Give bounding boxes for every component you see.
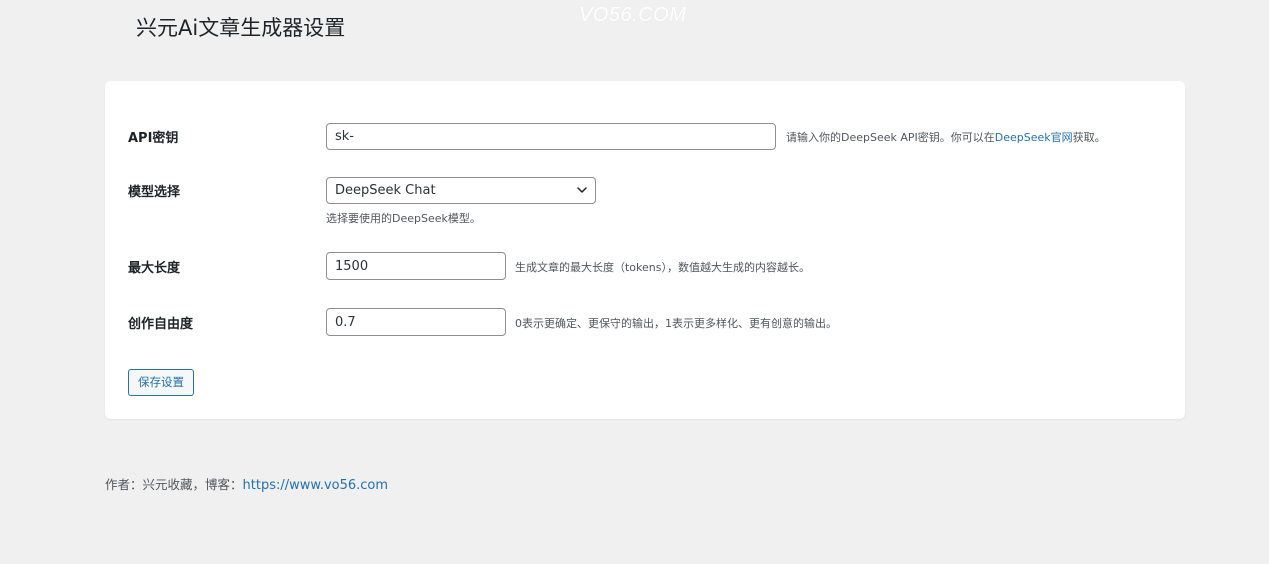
model-label: 模型选择 [128, 185, 181, 200]
model-selected-value: DeepSeek Chat [335, 183, 436, 198]
api-key-input[interactable] [326, 123, 776, 150]
api-key-description-prefix: 请输入你的DeepSeek API密钥。你可以在 [786, 131, 995, 144]
page-title: 兴元Ai文章生成器设置 [136, 16, 346, 40]
api-key-description-suffix: 获取。 [1072, 131, 1106, 144]
max-length-input[interactable] [326, 252, 506, 280]
model-description: 选择要使用的DeepSeek模型。 [326, 212, 481, 225]
creativity-description: 0表示更确定、更保守的输出，1表示更多样化、更有创意的输出。 [515, 317, 837, 330]
chevron-down-icon [577, 187, 587, 193]
model-select[interactable]: DeepSeek Chat [326, 177, 596, 204]
settings-card: API密钥 请输入你的DeepSeek API密钥。你可以在DeepSeek官网… [105, 81, 1185, 419]
save-settings-button[interactable]: 保存设置 [128, 369, 194, 396]
max-length-label: 最大长度 [128, 261, 181, 276]
footer-text: 作者：兴元收藏，博客： [105, 477, 243, 492]
api-key-description: 请输入你的DeepSeek API密钥。你可以在DeepSeek官网获取。 [786, 129, 1106, 145]
watermark: VO56.COM [579, 4, 687, 26]
api-key-label: API密钥 [128, 131, 179, 146]
footer: 作者：兴元收藏，博客：https://www.vo56.com [105, 474, 388, 493]
blog-link[interactable]: https://www.vo56.com [243, 478, 389, 493]
creativity-label: 创作自由度 [128, 317, 194, 332]
max-length-description: 生成文章的最大长度（tokens），数值越大生成的内容越长。 [515, 261, 810, 274]
creativity-input[interactable] [326, 308, 506, 336]
deepseek-website-link[interactable]: DeepSeek官网 [995, 131, 1073, 144]
